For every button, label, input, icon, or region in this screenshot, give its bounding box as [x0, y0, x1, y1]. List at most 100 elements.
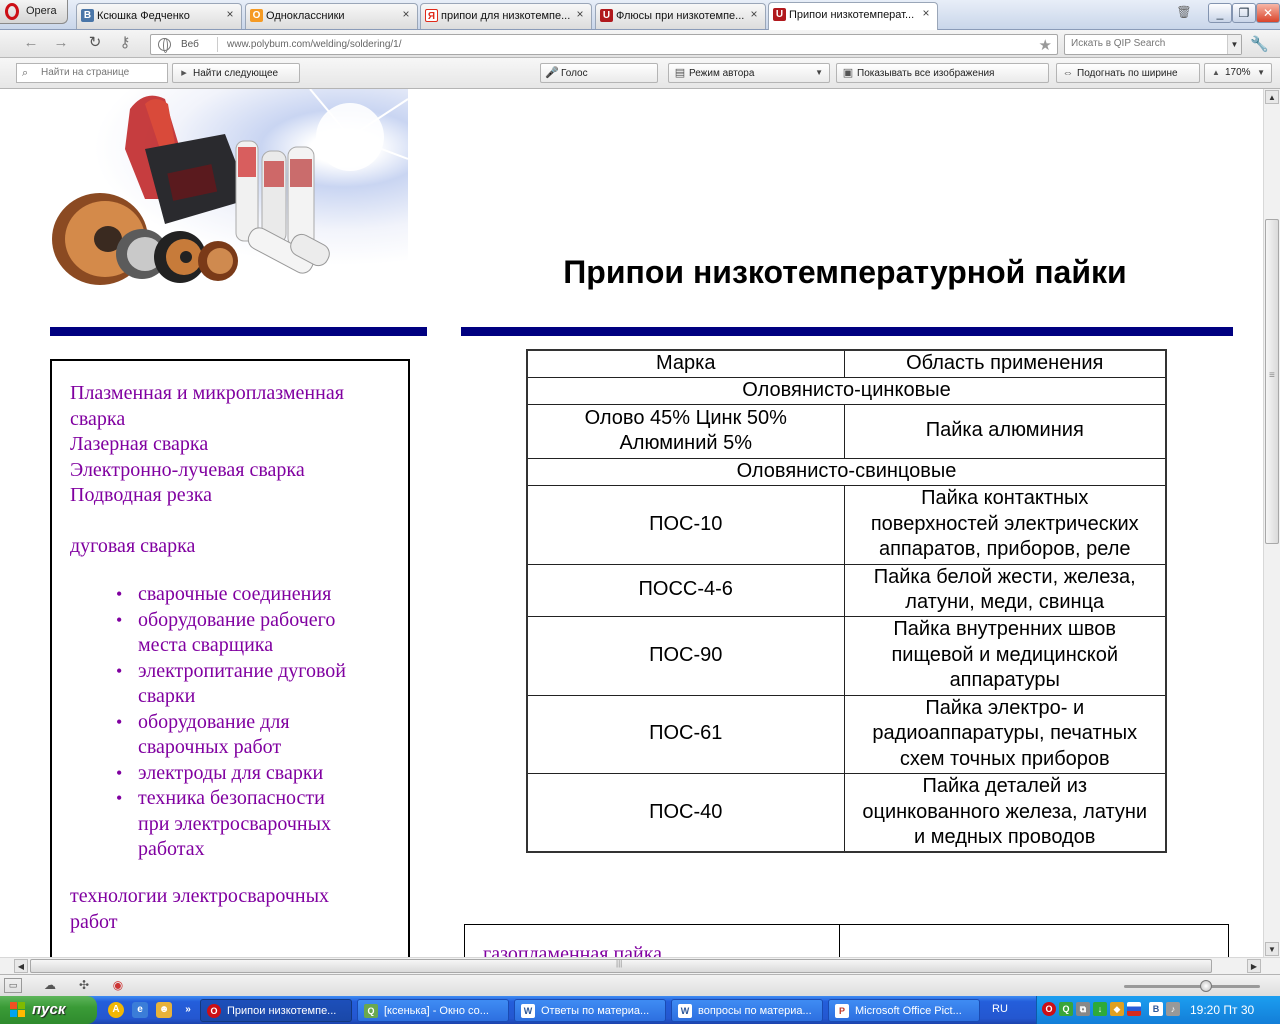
- menu-link-arc-welding[interactable]: дуговая сварка: [70, 534, 195, 560]
- zoom-dropdown[interactable]: ▲ 170% ▼: [1204, 63, 1272, 83]
- address-url[interactable]: www.polybum.com/welding/soldering/1/: [227, 39, 402, 50]
- application-text: оцинкованного железа, латуни: [862, 800, 1148, 823]
- menu-bullet-arc-power-supply[interactable]: электропитание дуговой сварки: [116, 659, 383, 710]
- scroll-up-icon[interactable]: ▲: [1265, 90, 1279, 104]
- show-images-button[interactable]: ▣ Показывать все изображения: [836, 63, 1049, 83]
- menu-link-text: места сварщика: [138, 634, 274, 656]
- restore-button[interactable]: ❐: [1232, 3, 1256, 23]
- tab-fluxes[interactable]: U Флюсы при низкотемпе... ×: [595, 3, 766, 29]
- address-bar[interactable]: Веб www.polybum.com/welding/soldering/1/…: [150, 34, 1058, 55]
- close-icon[interactable]: ×: [224, 8, 236, 21]
- brand-cell: ПОС-10: [526, 484, 845, 565]
- back-icon[interactable]: ←: [22, 35, 40, 53]
- opera-menu-label: Opera: [26, 5, 57, 17]
- menu-bullet-welded-joints[interactable]: сварочные соединения: [116, 582, 383, 608]
- tab-odnoklassniki[interactable]: О Одноклассники ×: [245, 3, 418, 29]
- tray-app-icon[interactable]: ◆: [1110, 1002, 1124, 1016]
- quicklaunch-messenger-icon[interactable]: ☻: [156, 1002, 172, 1018]
- arrow-right-icon: ▸: [181, 67, 187, 79]
- opera-menu-button[interactable]: Opera: [0, 0, 68, 24]
- unite-icon[interactable]: ✣: [74, 978, 94, 994]
- menu-link-text: технологии электросварочных: [70, 885, 330, 907]
- tray-network-icon[interactable]: ⧉: [1076, 1002, 1090, 1016]
- menu-link-electron-beam-welding[interactable]: Электронно-лучевая сварка: [70, 458, 305, 484]
- brand-cell: ПОС-61: [526, 694, 845, 774]
- zoom-slider-knob[interactable]: [1200, 980, 1212, 992]
- tab-solders-active[interactable]: U Припои низкотемперат... ×: [768, 2, 938, 30]
- menu-link-plasma-welding[interactable]: Плазменная и микроплазменная сварка: [70, 381, 344, 432]
- tray-language-flag-icon[interactable]: [1127, 1002, 1141, 1016]
- site-favicon-icon: U: [600, 9, 613, 22]
- turbo-icon[interactable]: ◉: [108, 978, 128, 994]
- menu-bullet-electrodes[interactable]: электроды для сварки: [116, 761, 383, 787]
- menu-link-gas-flame-brazing[interactable]: газопламенная пайка: [483, 943, 662, 957]
- minimize-button[interactable]: _: [1208, 3, 1232, 23]
- panel-toggle-icon[interactable]: ▭: [4, 978, 22, 993]
- start-button[interactable]: пуск: [0, 996, 97, 1024]
- clock[interactable]: 19:20 Пт 30: [1190, 1003, 1254, 1017]
- taskbar-item-word-answers[interactable]: W Ответы по материа...: [514, 999, 666, 1022]
- forward-icon[interactable]: →: [52, 35, 70, 53]
- yandex-icon: Я: [425, 9, 438, 22]
- show-images-label: Показывать все изображения: [857, 68, 995, 79]
- scroll-right-icon[interactable]: ▶: [1247, 959, 1261, 973]
- taskbar-item-opera[interactable]: O Припои низкотемпе...: [200, 999, 352, 1022]
- application-cell: Пайка деталей из оцинкованного железа, л…: [843, 772, 1167, 853]
- sidebar-menu: Плазменная и микроплазменная сварка Лазе…: [50, 359, 410, 957]
- menu-link-underwater-cutting[interactable]: Подводная резка: [70, 483, 212, 509]
- tray-b-icon[interactable]: B: [1149, 1002, 1163, 1016]
- close-icon[interactable]: ×: [920, 7, 932, 20]
- scroll-down-icon[interactable]: ▼: [1265, 942, 1279, 956]
- menu-bullet-welding-equipment[interactable]: оборудование для сварочных работ: [116, 710, 383, 761]
- cloud-sync-icon[interactable]: ☁: [40, 978, 60, 994]
- author-mode-dropdown[interactable]: ▤ Режим автора ▼: [668, 63, 830, 83]
- scroll-left-icon[interactable]: ◀: [14, 959, 28, 973]
- tray-download-icon[interactable]: ↓: [1093, 1002, 1107, 1016]
- menu-bullet-safety[interactable]: техника безопасности при электросварочны…: [116, 786, 383, 863]
- search-box[interactable]: ▼: [1064, 34, 1242, 55]
- start-label: пуск: [32, 1001, 66, 1018]
- tray-speaker-icon[interactable]: ♪: [1166, 1002, 1180, 1016]
- voice-button[interactable]: 🎤 Голос: [540, 63, 658, 83]
- quicklaunch-more-icon[interactable]: »: [180, 1002, 196, 1018]
- tab-vk[interactable]: В Ксюшка Федченко ×: [76, 3, 242, 29]
- search-input[interactable]: [1071, 38, 1221, 49]
- taskbar-item-office-picture[interactable]: P Microsoft Office Pict...: [828, 999, 980, 1022]
- vertical-scrollbar[interactable]: ▲ ▼: [1263, 89, 1280, 957]
- scroll-thumb[interactable]: [1265, 219, 1279, 544]
- word-icon: W: [521, 1004, 535, 1018]
- table-row: ПОС-10 Пайка контактных поверхностей эле…: [526, 484, 1167, 565]
- taskbar-item-qip[interactable]: Q [ксенька] - Окно со...: [357, 999, 509, 1022]
- reload-icon[interactable]: ↻: [86, 35, 104, 53]
- application-text: аппаратуры: [949, 669, 1060, 692]
- wrench-icon[interactable]: 🔧: [1250, 35, 1269, 53]
- scroll-thumb[interactable]: [30, 959, 1212, 973]
- find-next-button[interactable]: ▸ Найти следующее: [172, 63, 300, 83]
- fit-width-icon: ⇔: [1062, 67, 1074, 79]
- key-icon[interactable]: ⚷: [116, 35, 134, 53]
- language-indicator[interactable]: RU: [992, 1003, 1008, 1015]
- taskbar-item-word-questions[interactable]: W вопросы по материа...: [671, 999, 823, 1022]
- quicklaunch-aim-icon[interactable]: A: [108, 1002, 124, 1018]
- menu-link-electric-welding-technologies[interactable]: технологии электросварочных работ: [70, 884, 329, 935]
- menu-bullet-workplace-equipment[interactable]: оборудование рабочего места сварщика: [116, 608, 383, 659]
- tab-yandex-search[interactable]: Я припои для низкотемпе... ×: [420, 3, 592, 29]
- trash-icon[interactable]: 🗑: [1172, 3, 1196, 23]
- close-icon[interactable]: ×: [574, 8, 586, 21]
- close-icon[interactable]: ×: [748, 8, 760, 21]
- tray-qip-icon[interactable]: Q: [1059, 1002, 1073, 1016]
- group-label-tin-zinc: Оловянисто-цинковые: [526, 376, 1167, 405]
- tray-opera-icon[interactable]: O: [1042, 1002, 1056, 1016]
- table-group-row: Оловянисто-цинковые: [526, 376, 1167, 405]
- close-icon[interactable]: ×: [400, 8, 412, 21]
- fit-width-button[interactable]: ⇔ Подогнать по ширине: [1056, 63, 1200, 83]
- zoom-slider[interactable]: [1124, 980, 1260, 992]
- menu-link-laser-welding[interactable]: Лазерная сварка: [70, 432, 208, 458]
- find-in-page-input[interactable]: [41, 67, 161, 78]
- find-in-page-box[interactable]: ⌕: [16, 63, 168, 83]
- bookmark-star-icon[interactable]: ★: [1039, 36, 1052, 54]
- quicklaunch-ie-icon[interactable]: e: [132, 1002, 148, 1018]
- close-window-button[interactable]: ✕: [1256, 3, 1280, 23]
- horizontal-scrollbar[interactable]: ◀ ▶: [0, 957, 1280, 974]
- chevron-down-icon[interactable]: ▼: [1227, 35, 1241, 54]
